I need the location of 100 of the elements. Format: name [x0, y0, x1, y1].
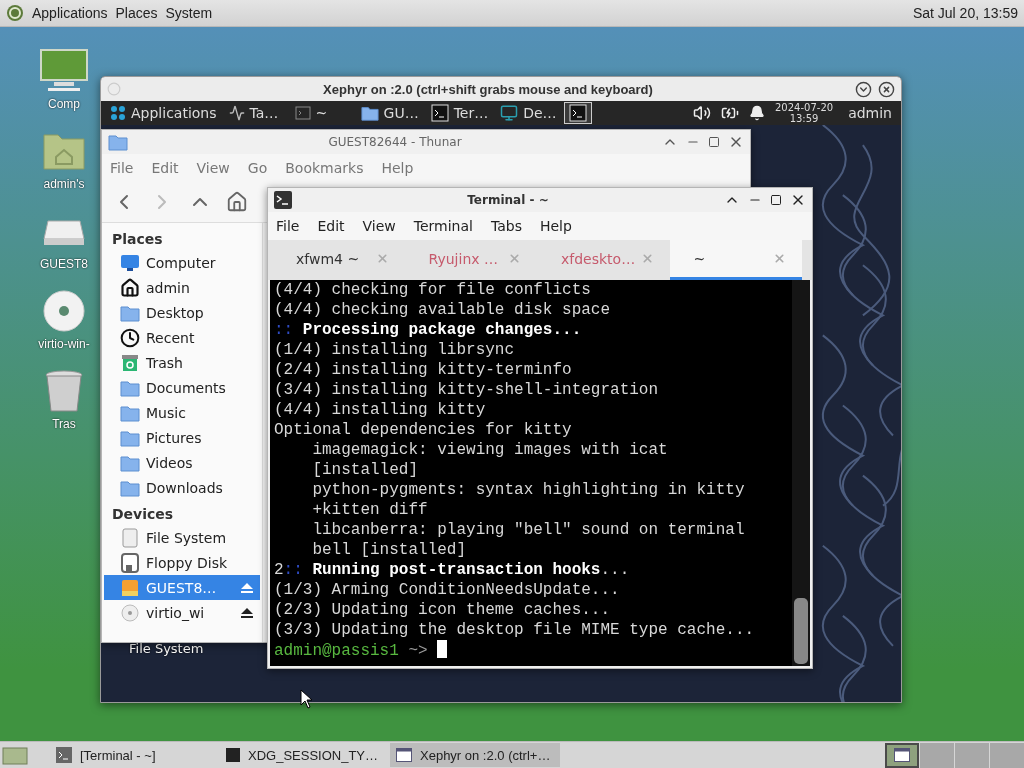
- terminal-line: (2/3) Updating icon theme caches...: [274, 600, 612, 620]
- menu-item[interactable]: Applications: [32, 5, 108, 21]
- terminal-icon: [294, 105, 311, 121]
- menu-item[interactable]: Edit: [151, 160, 179, 176]
- task-button[interactable]: ~: [289, 102, 354, 124]
- icon-label: File System: [129, 641, 204, 656]
- folder-icon: [108, 132, 128, 152]
- sidebar-item[interactable]: Floppy Disk: [104, 550, 260, 575]
- floppy-icon: [120, 552, 140, 573]
- sidebar-item[interactable]: GUEST8…: [104, 575, 260, 600]
- console-icon: [226, 748, 240, 762]
- tab[interactable]: xfwm4 ~: [272, 240, 405, 280]
- tab[interactable]: ~: [669, 240, 802, 280]
- window-title: Xephyr on :2.0 (ctrl+shift grabs mouse and keyboard): [322, 81, 654, 97]
- window-icon: [894, 748, 910, 762]
- drive-icon: [120, 527, 140, 548]
- minimize-icon[interactable]: [855, 80, 872, 98]
- window-title: Terminal - ~: [466, 193, 550, 207]
- sidebar-item[interactable]: Videos: [104, 450, 260, 475]
- sidebar-item[interactable]: Recent: [104, 325, 260, 350]
- task-button[interactable]: GU…: [355, 102, 424, 124]
- workspace-button[interactable]: [885, 742, 919, 768]
- menu-item[interactable]: System: [165, 5, 213, 21]
- icon-label: Tras: [52, 417, 76, 431]
- sidebar-item[interactable]: File System: [104, 525, 260, 550]
- section-heading: Places: [111, 230, 164, 249]
- trash-icon[interactable]: [44, 369, 84, 413]
- menu-item[interactable]: Go: [247, 160, 268, 176]
- scrollbar-thumb[interactable]: [794, 598, 808, 664]
- icon-label: GUEST8: [40, 257, 88, 271]
- mouse-pointer-icon: [300, 689, 314, 709]
- terminal-line: (3/4) installing kitty-shell-integration: [274, 380, 660, 400]
- notification-icon[interactable]: [749, 105, 765, 121]
- menu-item[interactable]: View: [196, 160, 230, 176]
- menu-item[interactable]: Help: [539, 218, 572, 234]
- activity-icon: [228, 105, 245, 121]
- task-button[interactable]: Ta…: [223, 102, 288, 124]
- menu-item[interactable]: Help: [381, 160, 414, 176]
- eject-icon[interactable]: [240, 605, 254, 620]
- terminal-line: (4/4) checking available disk space: [274, 300, 612, 320]
- menu-item[interactable]: Tabs: [490, 218, 522, 234]
- clock[interactable]: 2024-07-20 13:59: [775, 102, 834, 124]
- close-icon[interactable]: [878, 80, 895, 98]
- home-icon: [120, 277, 140, 298]
- applications-menu[interactable]: Applications: [105, 102, 222, 124]
- menu-item[interactable]: Edit: [317, 218, 345, 234]
- terminal-line: [installed]: [311, 460, 420, 480]
- terminal-line: (4/4) checking for file conflicts: [274, 280, 592, 300]
- tab-label: Ryujinx …: [428, 250, 498, 267]
- logo-icon[interactable]: [6, 4, 24, 22]
- folder-icon: [360, 104, 379, 122]
- sidebar-item[interactable]: Music: [104, 400, 260, 425]
- task-button[interactable]: De…: [495, 102, 562, 124]
- menu-item[interactable]: Terminal: [413, 218, 473, 234]
- terminal-icon: [274, 191, 292, 209]
- terminal-line: (1/3) Arming ConditionNeedsUpdate...: [274, 580, 621, 600]
- sidebar-item[interactable]: Desktop: [104, 300, 260, 325]
- monitor-icon: [500, 104, 519, 122]
- volume-icon[interactable]: [693, 104, 711, 122]
- maximize-icon[interactable]: [770, 194, 782, 206]
- sidebar-item[interactable]: Computer: [104, 250, 260, 275]
- tab-label: ~: [693, 250, 706, 267]
- tab-label: xfdeskto…: [561, 250, 636, 267]
- icon-label: Comp: [48, 97, 80, 111]
- task-button[interactable]: XDG_SESSION_TY…: [220, 743, 390, 767]
- apps-icon: [110, 105, 126, 121]
- clock[interactable]: Sat Jul 20, 13:59: [912, 5, 1018, 21]
- terminal-line: (2/4) installing kitty-terminfo: [274, 360, 573, 380]
- terminal-line: bell [installed]: [311, 540, 468, 560]
- disc-icon[interactable]: [42, 289, 86, 333]
- section-heading: Devices: [111, 505, 175, 524]
- sidebar-item[interactable]: Trash: [104, 350, 260, 375]
- icon-label: virtio-win-: [38, 337, 90, 351]
- maximize-icon[interactable]: [708, 136, 720, 148]
- sidebar-item[interactable]: admin: [104, 275, 260, 300]
- computer-icon[interactable]: [40, 49, 88, 93]
- sidebar-item[interactable]: Downloads: [104, 475, 260, 500]
- task-button[interactable]: Xephyr on :2.0 (ctrl+…: [390, 743, 560, 767]
- window-title: GUEST82644 - Thunar: [327, 135, 463, 149]
- sidebar-item[interactable]: Pictures: [104, 425, 260, 450]
- home-icon[interactable]: [226, 191, 248, 213]
- menu-item[interactable]: View: [362, 218, 396, 234]
- terminal-line: :: Processing package changes...: [274, 320, 583, 340]
- task-button[interactable]: [Terminal - ~]: [50, 743, 220, 767]
- monitor-icon: [120, 252, 140, 273]
- menu-item[interactable]: File: [276, 218, 300, 234]
- show-desktop-icon[interactable]: [0, 744, 30, 766]
- clock-icon: [120, 327, 140, 348]
- menu-item[interactable]: File: [110, 160, 134, 176]
- menu-item[interactable]: Places: [115, 5, 158, 21]
- terminal-icon: [430, 104, 449, 122]
- user-menu[interactable]: admin: [843, 102, 897, 124]
- task-button[interactable]: Ter…: [425, 102, 494, 124]
- menu-item[interactable]: Bookmarks: [285, 160, 364, 176]
- sidebar-item[interactable]: Documents: [104, 375, 260, 400]
- drive-icon: [120, 577, 140, 598]
- icon-label: admin's: [43, 177, 85, 191]
- task-button[interactable]: [563, 102, 592, 124]
- sidebar-item[interactable]: virtio_wi: [104, 600, 260, 625]
- terminal-line: (4/4) installing kitty: [274, 400, 487, 420]
